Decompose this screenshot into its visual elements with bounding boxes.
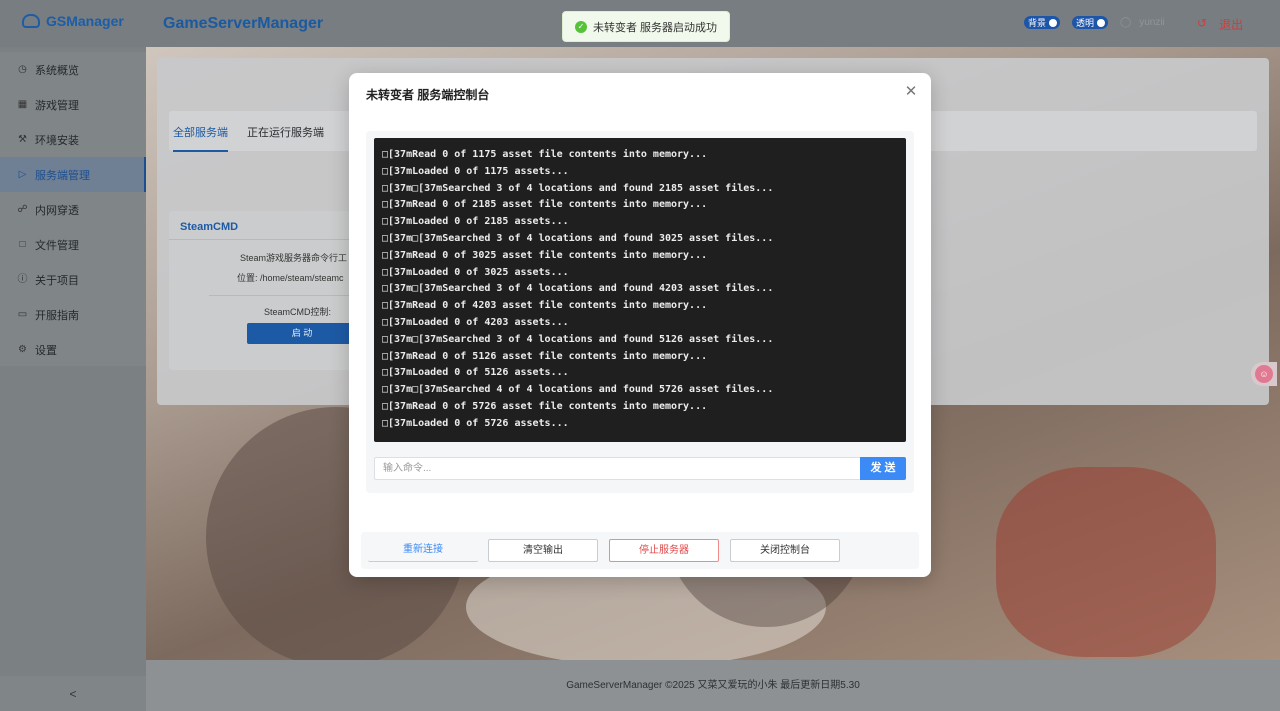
console-line: □[37mLoaded 0 of 4203 assets... xyxy=(382,316,569,328)
username: yunzii xyxy=(1139,17,1165,28)
console-line: □[37mRead 0 of 5126 asset file contents … xyxy=(382,350,708,362)
cloud-icon xyxy=(22,14,40,28)
background-toggle[interactable]: 背景 xyxy=(1024,16,1061,29)
sidebar-collapse-button[interactable]: < xyxy=(0,676,146,711)
console-line: □[37mRead 0 of 3025 asset file contents … xyxy=(382,249,708,261)
divider xyxy=(169,239,359,240)
server-console-modal: 未转变者 服务端控制台 ✕ □[37mRead 0 of 1175 asset … xyxy=(349,73,931,577)
sidebar-item-label: 服务端管理 xyxy=(35,169,90,182)
modal-footer: 重新连接 清空输出 停止服务器 关闭控制台 xyxy=(361,532,919,569)
sidebar-item-settings[interactable]: ⚙ 设置 xyxy=(0,332,146,367)
divider xyxy=(209,295,359,296)
steamcmd-card: SteamCMD Steam游戏服务器命令行工 位置: /home/steam/… xyxy=(169,211,359,370)
transparent-toggle[interactable]: 透明 xyxy=(1072,16,1109,29)
sidebar-menu: ◷ 系统概览 ▦ 游戏管理 ⚒ 环境安装 ▷ 服务端管理 ☍ 内网穿透 □ 文件… xyxy=(0,52,146,366)
sidebar-item-tunnel[interactable]: ☍ 内网穿透 xyxy=(0,192,146,227)
check-circle-icon: ✓ xyxy=(575,20,587,33)
logout-button[interactable]: ↺ 退出 xyxy=(1197,16,1243,33)
folder-icon: □ xyxy=(19,239,26,250)
send-button[interactable]: 发 送 xyxy=(860,457,906,480)
console-line: □[37mLoaded 0 of 1175 assets... xyxy=(382,165,569,177)
sidebar-item-label: 设置 xyxy=(35,344,57,357)
tab-running-servers[interactable]: 正在运行服务端 xyxy=(247,124,324,140)
sidebar-item-games[interactable]: ▦ 游戏管理 xyxy=(0,87,146,122)
console-line: □[37mRead 0 of 4203 asset file contents … xyxy=(382,300,708,312)
wrench-icon: ⚒ xyxy=(18,134,27,145)
console-line: □[37m□[37mSearched 3 of 4 locations and … xyxy=(382,333,774,345)
user-menu[interactable]: ◯ yunzii xyxy=(1120,17,1165,28)
sidebar-item-guide[interactable]: ▭ 开服指南 xyxy=(0,297,146,332)
console-line: □[37m□[37mSearched 4 of 4 locations and … xyxy=(382,384,774,396)
console-line: □[37mRead 0 of 5726 asset file contents … xyxy=(382,400,708,412)
console-line: □[37mRead 0 of 1175 asset file contents … xyxy=(382,149,708,160)
console-line: □[37m□[37mSearched 3 of 4 locations and … xyxy=(382,283,774,295)
console-line: □[37mLoaded 0 of 2185 assets... xyxy=(382,216,569,228)
sidebar-item-label: 关于项目 xyxy=(35,274,79,287)
background-toggle-label: 背景 xyxy=(1028,18,1047,28)
globe-icon: ☍ xyxy=(17,204,28,215)
sidebar-item-label: 内网穿透 xyxy=(35,204,79,217)
toggle-knob-icon xyxy=(1097,18,1106,27)
document-icon: ▭ xyxy=(17,309,28,320)
floating-assistant[interactable]: ☺ xyxy=(1251,362,1277,386)
close-icon[interactable]: ✕ xyxy=(903,84,919,100)
steamcmd-start-button[interactable]: 启 动 xyxy=(247,323,357,344)
steamcmd-title: SteamCMD xyxy=(180,221,239,233)
emoji-face-icon: ☺ xyxy=(1255,365,1273,383)
footer: GameServerManager ©2025 又菜又爱玩的小朱 最后更新日期5… xyxy=(146,660,1280,711)
transparent-toggle-label: 透明 xyxy=(1076,18,1095,28)
app-title: GameServerManager xyxy=(163,15,324,32)
steamcmd-control-label: SteamCMD控制: xyxy=(264,307,332,317)
steamcmd-description: Steam游戏服务器命令行工 xyxy=(240,253,348,263)
sidebar-item-label: 游戏管理 xyxy=(35,99,79,112)
logout-label: 退出 xyxy=(1219,18,1244,32)
app-logo[interactable]: GSManager xyxy=(22,13,124,29)
sidebar-item-label: 开服指南 xyxy=(35,309,79,322)
console-line: □[37mLoaded 0 of 3025 assets... xyxy=(382,266,569,278)
clear-output-button[interactable]: 清空输出 xyxy=(488,539,598,562)
console-line: □[37mLoaded 0 of 5726 assets... xyxy=(382,417,569,429)
console-output[interactable]: □[37mRead 0 of 1175 asset file contents … xyxy=(374,138,906,442)
logo-text: GSManager xyxy=(46,13,124,29)
dashboard-icon: ◷ xyxy=(18,64,27,75)
play-circle-icon: ▷ xyxy=(18,169,27,180)
sidebar-item-label: 文件管理 xyxy=(35,239,79,252)
footer-text: GameServerManager ©2025 又菜又爱玩的小朱 最后更新日期5… xyxy=(566,680,860,691)
tab-all-servers[interactable]: 全部服务端 xyxy=(173,124,228,152)
console-line: □[37m□[37mSearched 3 of 4 locations and … xyxy=(382,232,774,244)
console-panel: □[37mRead 0 of 1175 asset file contents … xyxy=(366,131,914,493)
toggle-knob-icon xyxy=(1049,18,1058,27)
sidebar-item-label: 系统概览 xyxy=(35,64,79,77)
sidebar-item-environment[interactable]: ⚒ 环境安装 xyxy=(0,122,146,157)
sidebar-item-about[interactable]: ⓘ 关于项目 xyxy=(0,262,146,297)
steamcmd-location: 位置: /home/steam/steamc xyxy=(237,273,344,283)
header-toggles: 背景 透明 xyxy=(1024,16,1109,29)
gear-icon: ⚙ xyxy=(18,344,27,355)
sidebar-item-label: 环境安装 xyxy=(35,134,79,147)
modal-title: 未转变者 服务端控制台 xyxy=(366,88,490,102)
toast-message: 未转变者 服务器启动成功 xyxy=(593,21,718,34)
console-line: □[37mRead 0 of 2185 asset file contents … xyxy=(382,199,708,211)
logout-icon: ↺ xyxy=(1197,16,1208,30)
console-line: □[37m□[37mSearched 3 of 4 locations and … xyxy=(382,182,774,194)
grid-icon: ▦ xyxy=(17,99,28,110)
close-console-button[interactable]: 关闭控制台 xyxy=(730,539,840,562)
command-input[interactable]: 输入命令... xyxy=(374,457,860,480)
console-line: □[37mLoaded 0 of 5126 assets... xyxy=(382,367,569,379)
reconnect-button[interactable]: 重新连接 xyxy=(368,539,478,562)
success-toast: ✓ 未转变者 服务器启动成功 xyxy=(562,11,731,42)
user-icon: ◯ xyxy=(1120,17,1132,28)
sidebar: ◷ 系统概览 ▦ 游戏管理 ⚒ 环境安装 ▷ 服务端管理 ☍ 内网穿透 □ 文件… xyxy=(0,47,146,711)
chevron-left-icon: < xyxy=(69,686,77,701)
sidebar-item-files[interactable]: □ 文件管理 xyxy=(0,227,146,262)
sidebar-item-overview[interactable]: ◷ 系统概览 xyxy=(0,52,146,87)
info-icon: ⓘ xyxy=(17,274,28,285)
sidebar-item-servers[interactable]: ▷ 服务端管理 xyxy=(0,157,146,192)
stop-server-button[interactable]: 停止服务器 xyxy=(609,539,719,562)
command-row: 输入命令... 发 送 xyxy=(374,457,906,480)
